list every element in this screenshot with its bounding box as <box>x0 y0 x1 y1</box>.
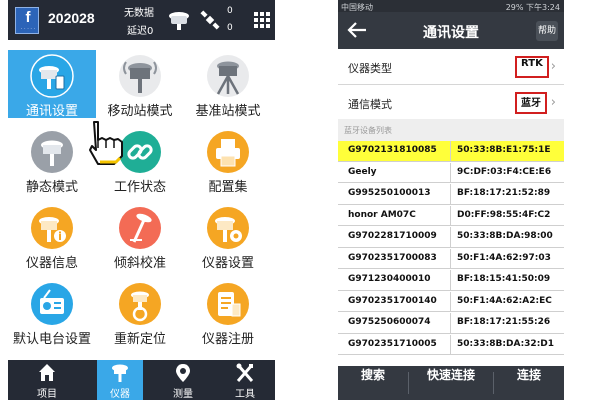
tile-config-set[interactable]: 配置集 <box>184 126 272 195</box>
bluetooth-device-row[interactable]: G971230400010 BF:18:15:41:50:09 <box>338 270 564 291</box>
bluetooth-device-row[interactable]: G9702351700140 50:F1:4A:62:A2:EC <box>338 291 564 312</box>
chevron-right-icon: › <box>550 59 556 74</box>
receiver-settings-icon <box>206 206 250 250</box>
tile-label: 工作状态 <box>113 180 166 195</box>
top-status-bar: f · · · · · 202028 无数据 延迟0 0 0 <box>8 0 275 40</box>
tile-instrument-settings[interactable]: 仪器设置 <box>184 202 272 271</box>
tile-label: 移动站模式 <box>107 104 173 119</box>
comm-settings-screen: 中国移动 29% 下午3:24 通讯设置 帮助 仪器类型 RTK › 通信模式 … <box>338 0 564 400</box>
device-id: 202028 <box>48 10 95 26</box>
nav-instrument[interactable]: 仪器 <box>97 360 143 400</box>
bluetooth-device-row[interactable]: honor AM07C D0:FF:98:55:4F:C2 <box>338 205 564 226</box>
tile-label: 静态模式 <box>25 180 78 195</box>
instrument-type-row[interactable]: 仪器类型 RTK › <box>338 49 564 85</box>
quick-connect-button[interactable]: 快速连接 <box>409 366 493 400</box>
tile-comm-settings[interactable]: 通讯设置 <box>8 50 96 119</box>
receiver-info-icon <box>30 206 74 250</box>
satellite-count: 0 <box>227 6 233 16</box>
help-button[interactable]: 帮助 <box>536 21 558 41</box>
home-icon <box>39 364 55 381</box>
tile-base-mode[interactable]: 基准站模式 <box>184 50 272 119</box>
action-bar: 搜索 快速连接 连接 <box>338 366 564 400</box>
comm-mode-row[interactable]: 通信模式 蓝牙 › <box>338 85 564 121</box>
tile-label: 仪器信息 <box>25 256 78 271</box>
tools-icon <box>236 363 254 382</box>
nav-measure[interactable]: 测量 <box>160 360 206 400</box>
rover-receiver-icon <box>118 54 162 98</box>
bluetooth-device-row[interactable]: G995250100013 BF:18:17:21:52:89 <box>338 184 564 205</box>
tile-label: 仪器设置 <box>201 256 254 271</box>
data-status: 无数据 <box>124 8 154 19</box>
title-bar: 通讯设置 帮助 <box>338 12 564 49</box>
bluetooth-device-row[interactable]: G9702351710005 50:33:8B:DA:32:D1 <box>338 334 564 355</box>
tile-instrument-info[interactable]: 仪器信息 <box>8 202 96 271</box>
satellite-used-count: 0 <box>227 23 233 33</box>
tile-rover-mode[interactable]: 移动站模式 <box>96 50 184 119</box>
tile-label: 仪器注册 <box>201 332 254 347</box>
instrument-screen: f · · · · · 202028 无数据 延迟0 0 0 通讯设置 移动站模… <box>8 0 275 400</box>
tile-label: 通讯设置 <box>25 104 78 119</box>
tile-tilt-calibration[interactable]: 倾斜校准 <box>96 202 184 271</box>
base-station-icon <box>206 54 250 98</box>
tile-instrument-register[interactable]: 仪器注册 <box>184 278 272 347</box>
relocate-icon <box>118 282 162 326</box>
tile-static-mode[interactable]: 静态模式 <box>8 126 96 195</box>
grid-menu-icon[interactable] <box>254 12 270 28</box>
pointing-hand-icon <box>89 121 123 165</box>
tile-relocate[interactable]: 重新定位 <box>96 278 184 347</box>
tile-label: 默认电台设置 <box>12 332 91 347</box>
bluetooth-list-header: 蓝牙设备列表 <box>338 119 564 141</box>
bluetooth-device-row[interactable]: Geely 9C:DF:03:F4:CE:E6 <box>338 162 564 183</box>
location-pin-icon <box>176 364 190 382</box>
instrument-type-label: 仪器类型 <box>348 62 392 75</box>
app-logo: f · · · · · <box>15 7 39 34</box>
receiver-phone-icon <box>30 54 74 98</box>
instrument-type-value: RTK <box>515 56 549 78</box>
bluetooth-device-row[interactable]: G9702351700083 50:F1:4A:62:97:03 <box>338 248 564 269</box>
register-icon <box>206 282 250 326</box>
rtk-receiver-icon[interactable] <box>167 9 191 31</box>
connect-button[interactable]: 连接 <box>494 366 564 400</box>
nav-project[interactable]: 项目 <box>24 360 70 400</box>
chevron-right-icon: › <box>550 95 556 110</box>
satellite-icon[interactable] <box>200 10 220 30</box>
bottom-nav: 项目 仪器 测量 工具 <box>8 360 275 400</box>
static-receiver-icon <box>30 130 74 174</box>
radio-icon <box>30 282 74 326</box>
tile-label: 倾斜校准 <box>113 256 166 271</box>
bluetooth-device-row[interactable]: G9702131810085 50:33:8B:E1:75:1E <box>338 141 564 162</box>
bluetooth-device-row[interactable]: G9702281710009 50:33:8B:DA:98:00 <box>338 227 564 248</box>
delay-status: 延迟0 <box>127 26 154 37</box>
page-title: 通讯设置 <box>423 25 479 41</box>
tilt-calibration-icon <box>118 206 162 250</box>
tile-default-radio[interactable]: 默认电台设置 <box>8 278 96 347</box>
tile-label: 基准站模式 <box>195 104 261 119</box>
tile-label: 配置集 <box>208 180 248 195</box>
bluetooth-device-row[interactable]: G975250600074 BF:18:17:21:55:26 <box>338 313 564 334</box>
search-button[interactable]: 搜索 <box>338 366 408 400</box>
printer-icon <box>206 130 250 174</box>
comm-mode-value: 蓝牙 <box>515 92 547 114</box>
android-status-bar: 中国移动 29% 下午3:24 <box>338 0 564 12</box>
tile-label: 重新定位 <box>113 332 166 347</box>
comm-mode-label: 通信模式 <box>348 98 392 111</box>
nav-tools[interactable]: 工具 <box>222 360 268 400</box>
receiver-icon <box>112 364 128 382</box>
